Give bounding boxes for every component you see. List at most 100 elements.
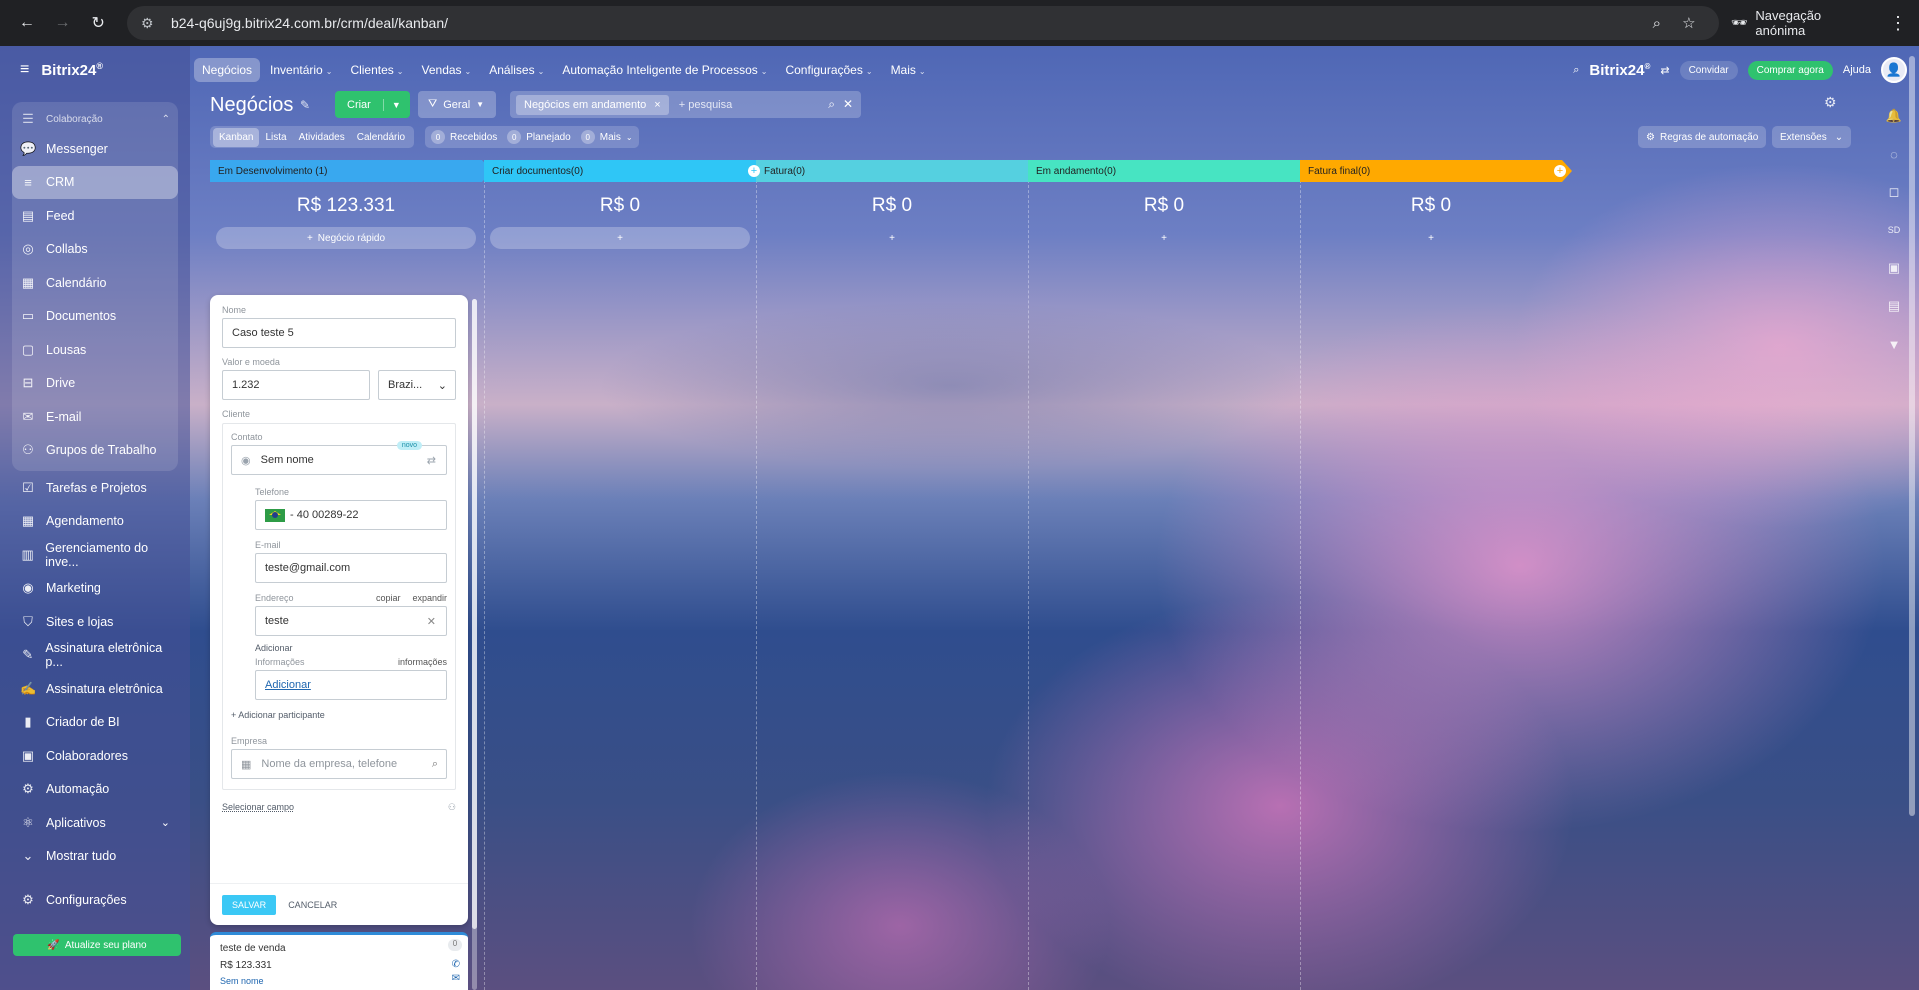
topnav-sales[interactable]: Vendas ⌄ [414,58,480,82]
page-scrollbar[interactable] [1908,46,1916,990]
quick-deal-button[interactable]: + Negócio rápido [216,227,476,249]
phone-input[interactable]: - 40 00289-22 [255,500,447,530]
counter-received[interactable]: 0 Recebidos [431,130,497,144]
add-stage-icon[interactable]: + [748,165,760,177]
column-header[interactable]: Em andamento (0) [1028,160,1310,182]
gear-icon[interactable]: ⚙ [1824,94,1837,111]
counter-more[interactable]: 0 Mais ⌄ [580,130,633,144]
phone-icon[interactable]: ✆ [452,959,460,970]
column-header[interactable]: Criar documentos (0) + [484,160,766,182]
sidebar-item-calendar[interactable]: ▦ Calendário [12,266,178,300]
app-icon-blue[interactable]: ▤ [1882,294,1906,318]
add-address-link[interactable]: Adicionar [255,643,447,653]
upgrade-plan-button[interactable]: 🚀 Atualize seu plano [13,934,181,956]
sidebar-item-marketing[interactable]: ◉ Marketing [12,572,178,606]
info-link[interactable]: informações [398,657,447,667]
deal-value-input[interactable]: 1.232 [222,370,370,400]
currency-select[interactable]: Brazi... ⌄ [378,370,456,400]
search-icon[interactable]: ⌕ [1573,64,1579,77]
deal-name-input[interactable]: Caso teste 5 [222,318,456,348]
bell-icon[interactable]: 🔔 [1882,104,1906,128]
select-field-link[interactable]: Selecionar campo [222,802,294,813]
topnav-analytics[interactable]: Análises ⌄ [481,58,552,82]
sidebar-item-groups[interactable]: ⚇ Grupos de Trabalho [12,434,178,468]
invite-button[interactable]: Convidar [1679,60,1738,80]
scrollbar-thumb[interactable] [472,299,477,929]
browser-menu-icon[interactable]: ⋮ [1889,13,1907,34]
app-icon-green[interactable]: ▣ [1882,256,1906,280]
bitrix-logo[interactable]: Bitrix24® [41,61,103,79]
close-icon[interactable]: × [654,99,660,111]
add-deal-button[interactable]: + [762,227,1022,249]
sidebar-item-tasks[interactable]: ☑ Tarefas e Projetos [12,471,178,505]
search-icon[interactable]: ⌕ [432,758,438,771]
tab-calendar[interactable]: Calendário [351,128,411,147]
scrollbar-thumb[interactable] [1909,56,1915,816]
tab-kanban[interactable]: Kanban [213,127,260,147]
filter-search-box[interactable]: Negócios em andamento × + pesquisa ⌕ ✕ [510,91,861,118]
sidebar-item-automation[interactable]: ⚙ Automação [12,773,178,807]
add-deal-button[interactable]: + [1034,227,1294,249]
cancel-button[interactable]: CANCELAR [288,900,337,910]
deal-card[interactable]: teste de venda R$ 123.331 Sem nome 0 ✆ ✉ [210,932,468,990]
zoom-icon[interactable]: ⌕ [1641,15,1673,32]
search-icon[interactable]: ⌕ [828,97,835,112]
sidebar-item-sign-p[interactable]: ✎ Assinatura eletrônica p... [12,639,178,673]
sidebar-item-booking[interactable]: ▦ Agendamento [12,505,178,539]
sidebar-item-apps[interactable]: ⚛ Aplicativos ⌄ [12,806,178,840]
close-icon[interactable]: ✕ [427,615,436,628]
add-deal-button[interactable]: + [490,227,750,249]
reload-button[interactable]: ↻ [83,8,113,38]
topnav-settings[interactable]: Configurações ⌄ [777,58,880,82]
add-stage-icon[interactable]: + [1554,165,1566,177]
pin-icon[interactable]: ✎ [300,98,310,112]
deal-contact[interactable]: Sem nome [220,976,458,986]
counter-planned[interactable]: 0 Planejado [507,130,571,144]
user-avatar[interactable]: 👤 [1881,57,1907,83]
column-header[interactable]: Em Desenvolvimento (1) [210,160,492,182]
filter-tag[interactable]: Negócios em andamento × [516,94,669,115]
sidebar-item-inventory[interactable]: ▥ Gerenciamento do inve... [12,538,178,572]
tab-list[interactable]: Lista [259,128,292,147]
brazil-flag-icon[interactable] [265,508,285,522]
sidebar-item-messenger[interactable]: 💬 Messenger [12,132,178,166]
sidebar-item-drive[interactable]: ⊟ Drive [12,367,178,401]
back-button[interactable]: ← [12,8,42,38]
sidebar-item-boards[interactable]: ▢ Lousas [12,333,178,367]
menu-burger-icon[interactable]: ≡ [20,61,29,79]
sidebar-item-documents[interactable]: ▭ Documentos [12,300,178,334]
sidebar-item-crm[interactable]: ≡ CRM [12,165,178,199]
contact-input[interactable]: ◉ Sem nome ⇄ novo [231,441,447,475]
swap-icon[interactable]: ⇄ [427,454,436,467]
sidebar-item-bi[interactable]: ▮ Criador de BI [12,706,178,740]
column-scrollbar[interactable] [472,299,477,990]
email-field[interactable]: teste@gmail.com [255,553,447,583]
sidebar-item-show-all[interactable]: ⌄ Mostrar tudo [12,840,178,874]
search-input[interactable]: + pesquisa [679,99,828,111]
add-deal-button[interactable]: + [1306,227,1556,249]
incognito-indicator[interactable]: 🕶 Navegação anónima [1731,8,1873,38]
sidebar-item-email[interactable]: ✉ E-mail [12,400,178,434]
sidebar-item-settings[interactable]: ⚙ Configurações [12,883,178,917]
pipeline-select-button[interactable]: ⛛ Geral ▼ [418,91,496,118]
bookmark-star-icon[interactable]: ☆ [1673,14,1705,32]
copy-link[interactable]: copiar [376,593,401,603]
save-button[interactable]: SALVAR [222,894,277,915]
extensions-button[interactable]: Extensões ⌄ [1772,126,1852,148]
deal-title[interactable]: teste de venda [220,943,458,954]
swap-icon[interactable]: ⇄ [1660,64,1669,77]
mail-icon[interactable]: ✉ [452,973,460,984]
sidebar-item-collabs[interactable]: ◎ Collabs [12,233,178,267]
copilot-icon[interactable]: ◌ [1882,142,1906,166]
tab-activities[interactable]: Atividades [293,128,351,147]
sidebar-item-employees[interactable]: ▣ Colaboradores [12,739,178,773]
add-participant-link[interactable]: + Adicionar participante [231,710,447,720]
chevron-down-icon[interactable]: ▼ [384,100,401,110]
add-info-link[interactable]: Adicionar [255,670,447,700]
clear-icon[interactable]: ✕ [843,97,853,112]
topnav-clients[interactable]: Clientes ⌄ [342,58,411,82]
expand-link[interactable]: expandir [412,593,447,603]
buy-now-button[interactable]: Comprar agora [1747,60,1833,80]
topnav-deals[interactable]: Negócios [194,58,261,82]
column-header[interactable]: Fatura final (0) + [1300,160,1572,182]
